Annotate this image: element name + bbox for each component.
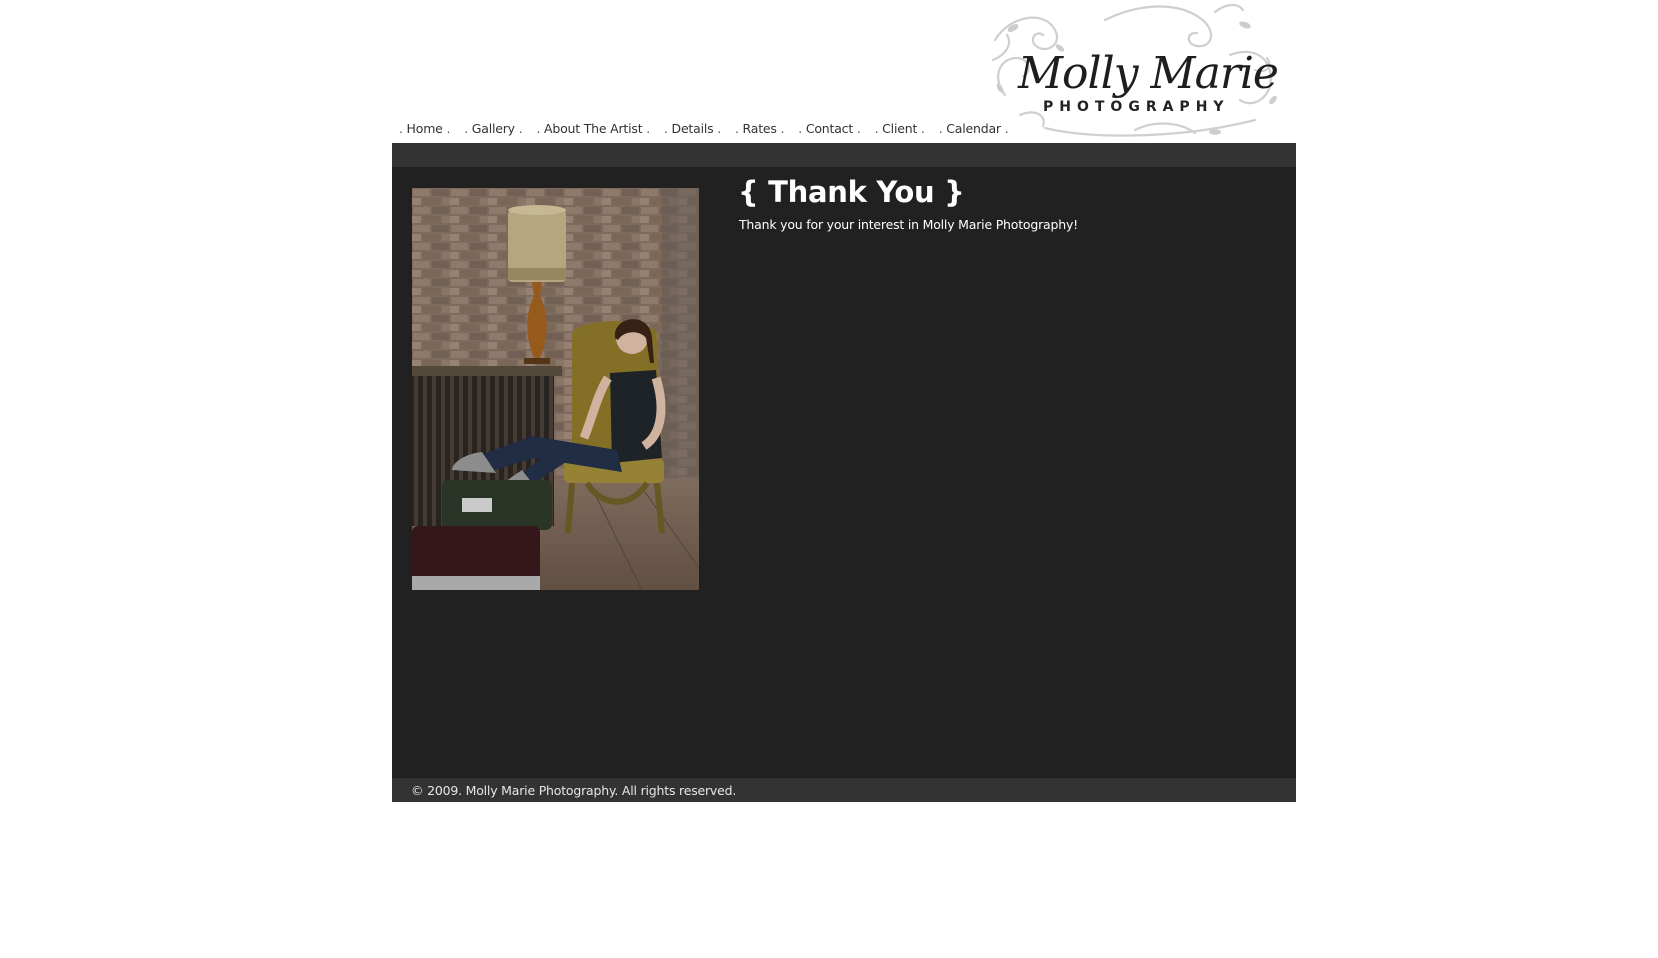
nav-item-gallery[interactable]: . Gallery .: [464, 121, 522, 136]
page: . Home . . Gallery . . About The Artist …: [0, 0, 1658, 958]
nav-item-home[interactable]: . Home .: [399, 121, 450, 136]
nav-item-client[interactable]: . Client .: [875, 121, 925, 136]
site-logo[interactable]: Molly Marie PHOTOGRAPHY: [985, 0, 1285, 142]
main-nav: . Home . . Gallery . . About The Artist …: [399, 121, 1009, 136]
top-bar: [392, 143, 1296, 167]
thank-you-message: Thank you for your interest in Molly Mar…: [739, 217, 1078, 232]
nav-item-rates[interactable]: . Rates .: [735, 121, 784, 136]
page-title: { Thank You }: [738, 175, 965, 209]
content-panel: { Thank You } Thank you for your interes…: [392, 143, 1296, 802]
logo-script-text: Molly Marie: [1017, 48, 1278, 99]
copyright-text: © 2009. Molly Marie Photography. All rig…: [411, 783, 737, 798]
footer-bar: © 2009. Molly Marie Photography. All rig…: [392, 778, 1296, 802]
nav-item-about-the-artist[interactable]: . About The Artist .: [536, 121, 650, 136]
featured-photo: [412, 188, 699, 590]
header: . Home . . Gallery . . About The Artist …: [0, 0, 1658, 143]
nav-item-details[interactable]: . Details .: [664, 121, 721, 136]
nav-item-contact[interactable]: . Contact .: [798, 121, 861, 136]
logo-subtitle: PHOTOGRAPHY: [1043, 99, 1230, 115]
